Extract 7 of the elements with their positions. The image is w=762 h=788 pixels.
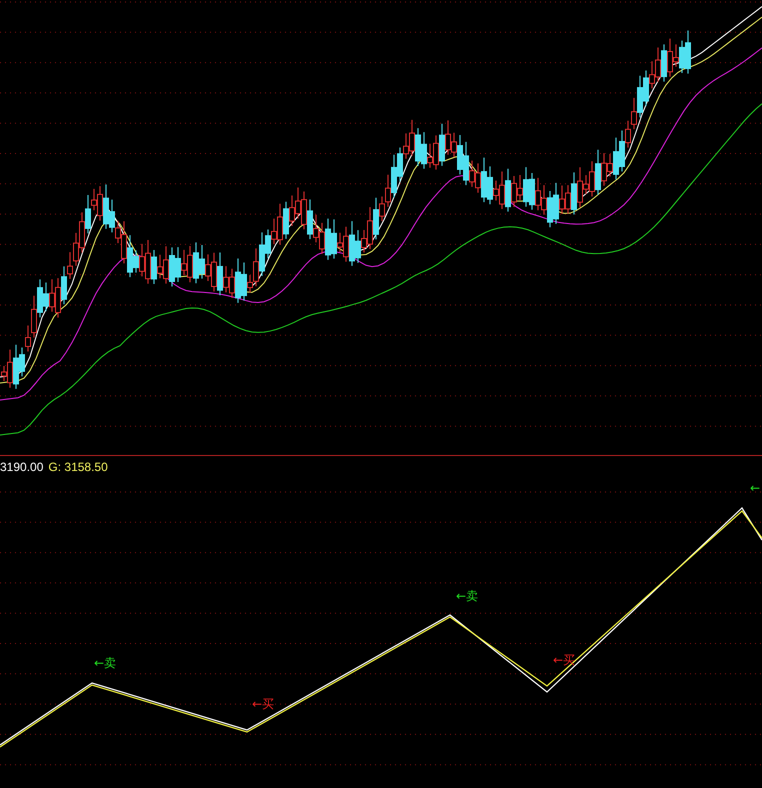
indicator-value: 3190.00 <box>0 459 44 475</box>
buy-signal-label: ←买 <box>252 697 274 711</box>
sell-signal-label: ←卖 <box>456 589 478 603</box>
buy-signal-label: ←买 <box>553 653 576 667</box>
sell-signal-label: ←卖 <box>94 656 116 670</box>
sell-signal-label: ← <box>750 481 760 495</box>
g-reading: G: 3158.50 <box>48 459 108 475</box>
